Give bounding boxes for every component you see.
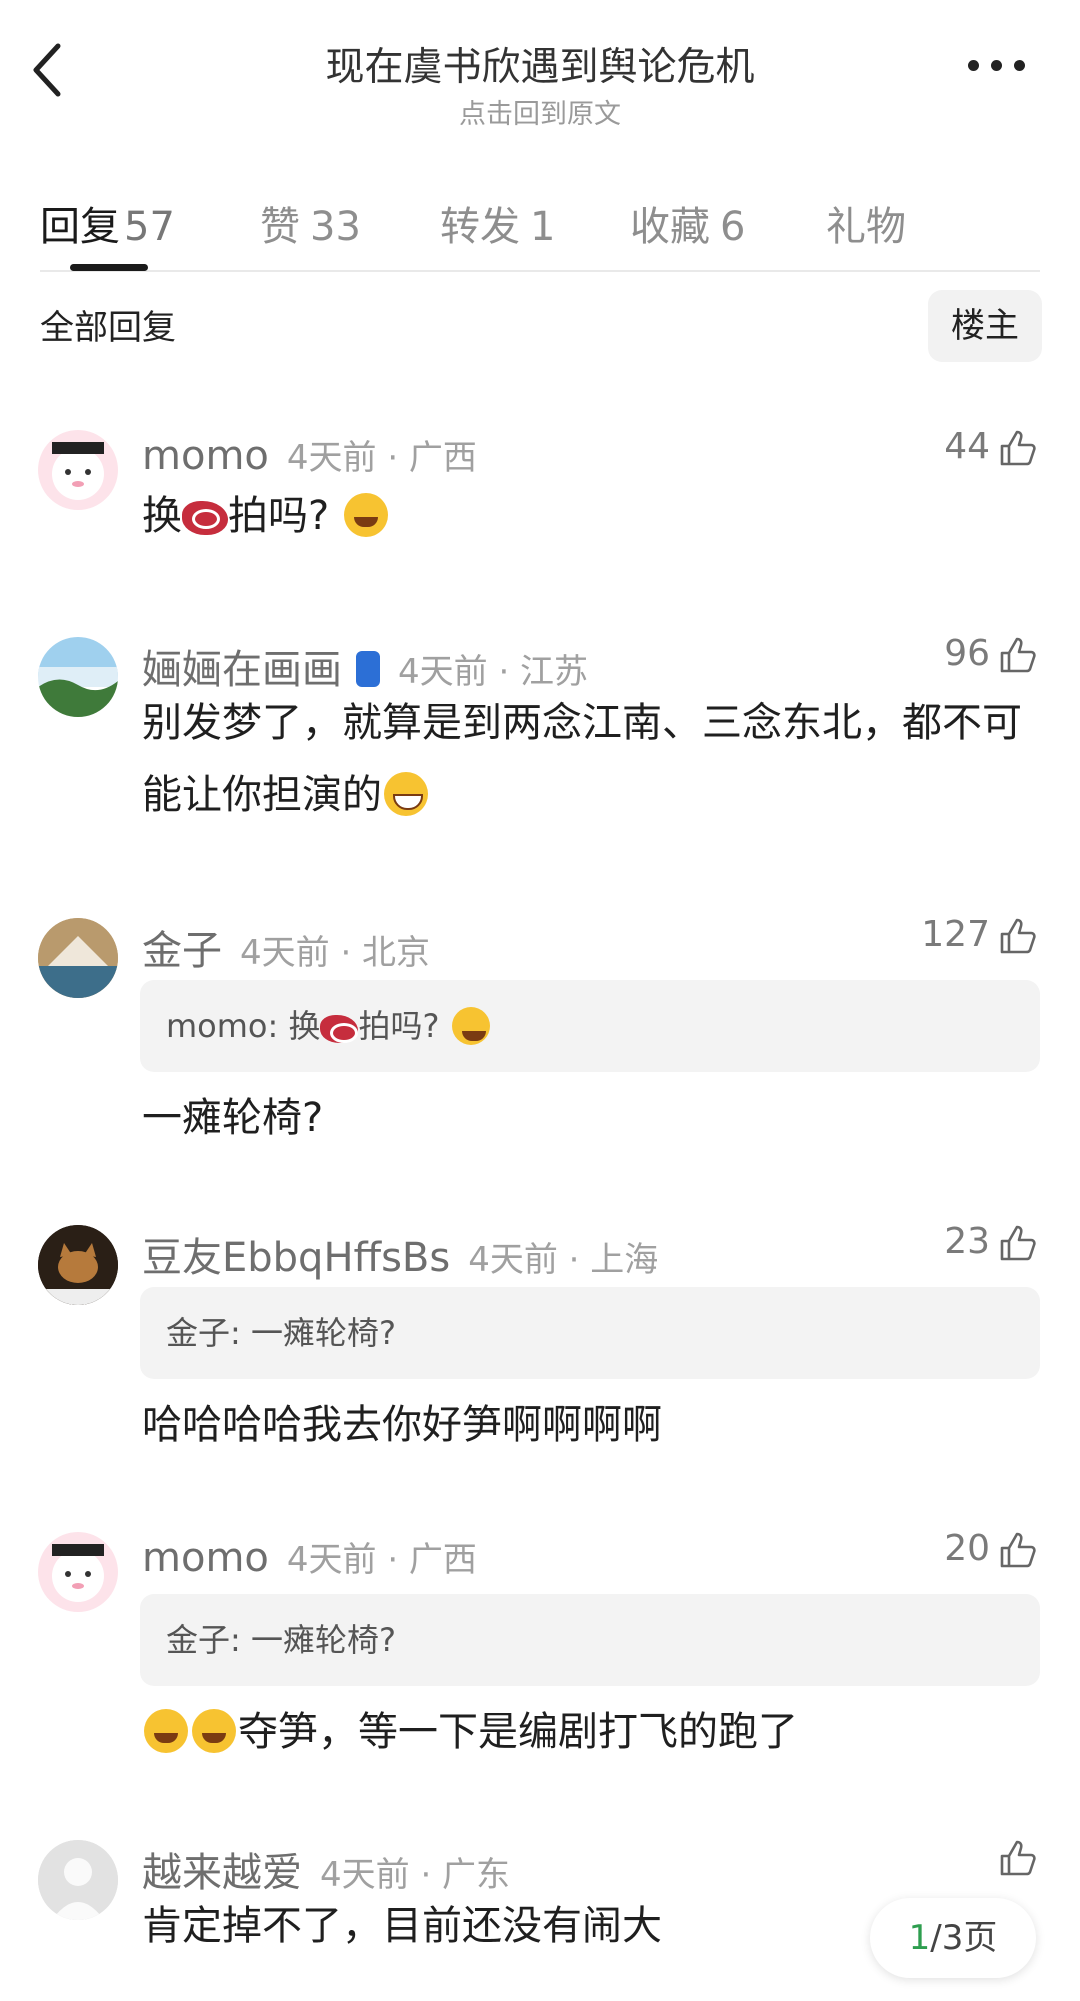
tab-count: 33 (310, 204, 361, 250)
comment-text: 哈哈哈哈我去你好笋啊啊啊啊 (142, 1402, 662, 1448)
top-bar: 现在虞书欣遇到舆论危机 点击回到原文 (0, 0, 1080, 140)
thumbs-up-icon (1000, 637, 1036, 673)
steak-emoji-icon (182, 501, 228, 535)
laughing-tears-emoji-icon (343, 493, 388, 537)
timestamp-location: 4天前 · 北京 (240, 933, 431, 973)
like-count: 23 (944, 1221, 990, 1262)
quoted-text-part: 拍吗? (358, 1007, 440, 1045)
like-count: 20 (944, 1528, 990, 1569)
tab-label: 收藏 (630, 204, 710, 250)
laughing-tears-emoji-icon (144, 1709, 188, 1753)
comment-text-part: 别发梦了，就算是到两念江南、三念东北，都不可能让你担演的 (142, 700, 1022, 818)
avatar-image (38, 637, 118, 717)
quoted-user: momo: (166, 1007, 279, 1045)
quoted-reply[interactable]: 金子: 一瘫轮椅? (140, 1594, 1040, 1686)
avatar-image (52, 442, 104, 500)
comment-text: 一瘫轮椅? (142, 1095, 324, 1141)
thumbs-up-icon (1000, 430, 1036, 466)
username[interactable]: momo (142, 1535, 269, 1581)
tab-reposts[interactable]: 转发 1 (440, 194, 555, 252)
like-button[interactable]: 96 (944, 633, 1038, 675)
tab-bar: 回复 57 赞 33 转发 1 收藏 6 礼物 (40, 180, 1040, 272)
comment-meta: 豆友EbbqHffsBs 4天前 · 上海 (142, 1225, 658, 1283)
avatar[interactable] (38, 1225, 118, 1305)
username[interactable]: 金子 (142, 928, 222, 974)
tab-favorites[interactable]: 收藏 6 (630, 194, 745, 252)
like-count: 44 (944, 426, 990, 467)
tab-count: 57 (124, 204, 175, 250)
tab-likes[interactable]: 赞 33 (260, 194, 361, 252)
like-count: 96 (944, 633, 990, 674)
all-replies-label: 全部回复 (40, 308, 176, 348)
quoted-text-part: 换 (288, 1007, 321, 1045)
avatar[interactable] (38, 918, 118, 998)
avatar[interactable] (38, 637, 118, 717)
owner-only-button[interactable]: 楼主 (928, 290, 1042, 362)
page-indicator[interactable]: 1/3页 (870, 1898, 1036, 1978)
tab-label: 回复 (40, 204, 120, 250)
page-title[interactable]: 现在虞书欣遇到舆论危机 (0, 36, 1080, 92)
comment-meta: momo 4天前 · 广西 (142, 1532, 477, 1581)
timestamp-location: 4天前 · 广西 (286, 438, 477, 478)
like-button[interactable]: 44 (944, 426, 1038, 468)
default-avatar-icon (38, 1840, 118, 1920)
more-options-button[interactable] (962, 56, 1032, 96)
avatar[interactable] (38, 1840, 118, 1920)
like-button[interactable]: 23 (944, 1221, 1038, 1263)
tab-gifts[interactable]: 礼物 (826, 194, 906, 252)
comment-text: 夺笋，等一下是编剧打飞的跑了 (142, 1696, 1022, 1768)
dot-icon (968, 60, 979, 71)
tab-label: 赞 (260, 204, 300, 250)
timestamp-location: 4天前 · 广西 (286, 1540, 477, 1580)
steak-emoji-icon (320, 1015, 359, 1043)
comment-meta: 金子 4天前 · 北京 (142, 918, 430, 976)
active-tab-indicator (70, 264, 148, 271)
dot-icon (991, 60, 1002, 71)
timestamp-location: 4天前 · 上海 (468, 1240, 659, 1280)
username[interactable]: momo (142, 433, 269, 479)
avatar[interactable] (38, 430, 118, 510)
grinning-emoji-icon (384, 772, 428, 816)
avatar-image (52, 1544, 104, 1602)
laughing-tears-emoji-icon (451, 1007, 490, 1045)
avatar-image (38, 1225, 118, 1305)
timestamp-location: 4天前 · 广东 (320, 1855, 511, 1895)
total-pages: /3页 (930, 1918, 998, 1958)
current-page: 1 (908, 1918, 931, 1958)
quoted-reply[interactable]: 金子: 一瘫轮椅? (140, 1287, 1040, 1379)
like-button[interactable]: 127 (921, 914, 1038, 956)
comment-text: 别发梦了，就算是到两念江南、三念东北，都不可能让你担演的 (142, 687, 1022, 831)
avatar-image (38, 918, 118, 998)
back-to-original-link[interactable]: 点击回到原文 (0, 92, 1080, 131)
like-button[interactable]: 20 (944, 1528, 1038, 1570)
thumbs-up-icon (1000, 918, 1036, 954)
tab-count: 1 (530, 204, 556, 250)
avatar[interactable] (38, 1532, 118, 1612)
comment-text-part: 换 (142, 493, 182, 539)
like-count: 127 (921, 914, 990, 955)
like-button[interactable] (990, 1836, 1038, 1878)
badge-icon (356, 651, 380, 687)
comment-text-part: 拍吗? (228, 493, 330, 539)
dot-icon (1014, 60, 1025, 71)
tab-count: 6 (720, 204, 746, 250)
comment-text-part: 夺笋，等一下是编剧打飞的跑了 (238, 1709, 798, 1755)
comment-meta: momo 4天前 · 广西 (142, 430, 477, 479)
username[interactable]: 豆友EbbqHffsBs (142, 1235, 450, 1281)
tab-label: 礼物 (826, 204, 906, 250)
comment-text: 换拍吗? (142, 480, 1022, 552)
thumbs-up-icon (1000, 1840, 1036, 1876)
thumbs-up-icon (1000, 1532, 1036, 1568)
laughing-tears-emoji-icon (192, 1709, 236, 1753)
quoted-reply[interactable]: momo: 换拍吗? (140, 980, 1040, 1072)
thumbs-up-icon (1000, 1225, 1036, 1261)
tab-replies[interactable]: 回复 57 (40, 194, 175, 252)
timestamp-location: 4天前 · 江苏 (398, 652, 589, 692)
tab-label: 转发 (440, 204, 520, 250)
